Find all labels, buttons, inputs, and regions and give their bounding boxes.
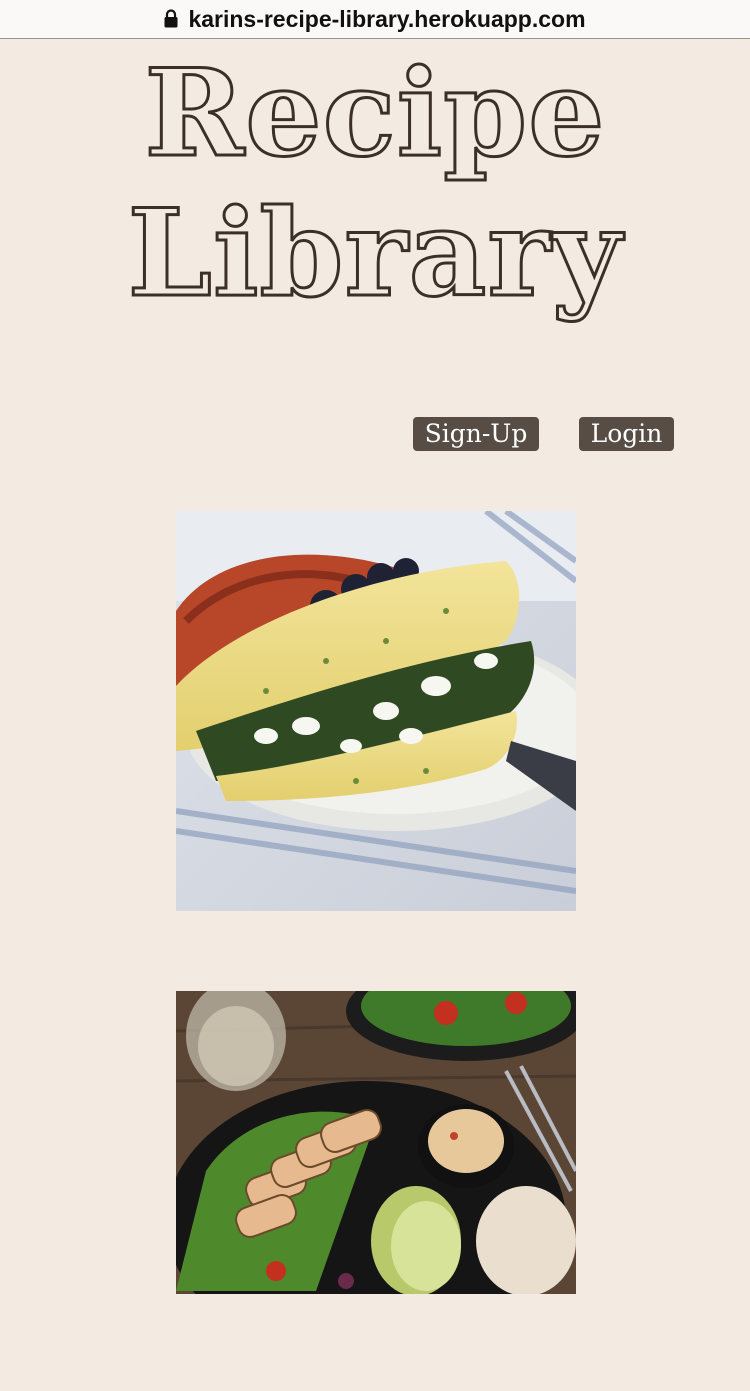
recipe-card-chicken-salad[interactable] <box>176 991 576 1391</box>
login-button[interactable]: Login <box>579 417 674 451</box>
lock-icon <box>164 8 178 27</box>
chicken-salad-photo <box>176 991 576 1294</box>
site-title: Recipe Library <box>0 42 750 325</box>
title-line-library: Library <box>126 182 623 325</box>
recipe-card-omelette[interactable] <box>176 511 576 911</box>
url-text: karins-recipe-library.herokuapp.com <box>188 5 586 32</box>
browser-address-bar[interactable]: karins-recipe-library.herokuapp.com <box>0 0 750 39</box>
title-line-recipe: Recipe <box>143 42 606 185</box>
sign-up-button[interactable]: Sign-Up <box>413 417 539 451</box>
omelette-photo <box>176 511 576 911</box>
